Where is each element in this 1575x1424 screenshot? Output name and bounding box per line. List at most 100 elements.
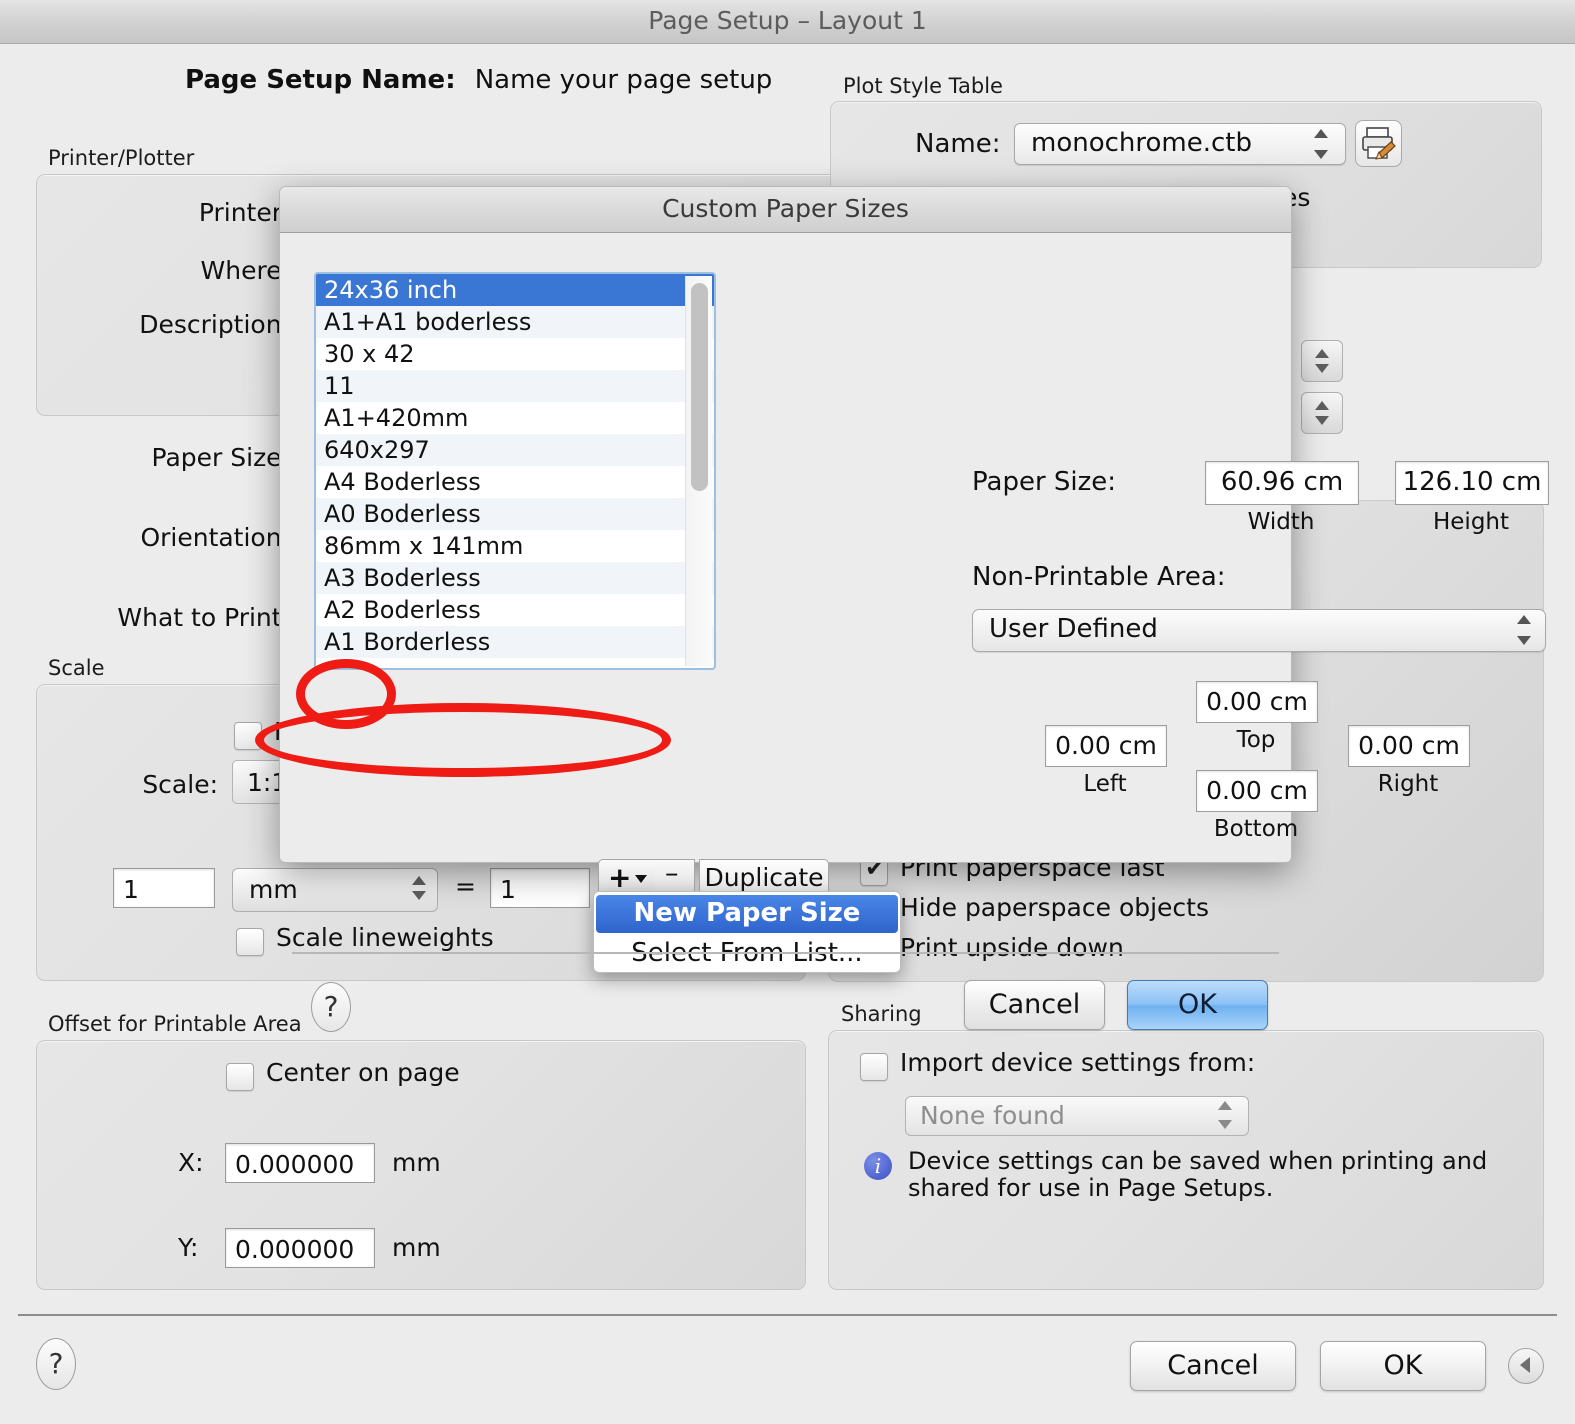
import-device-settings-checkbox[interactable] — [860, 1053, 888, 1081]
list-item[interactable]: A1 Borderless — [316, 626, 714, 658]
page-setup-name-row: Page Setup Name: Name your page setup — [185, 65, 772, 95]
chevron-updown-icon[interactable] — [1216, 1101, 1236, 1129]
sharing-group-title: Sharing — [841, 1002, 922, 1026]
list-item[interactable]: 86mm x 141mm — [316, 530, 714, 562]
scale-denominator-input[interactable]: 1 — [490, 868, 590, 908]
import-device-settings-label: Import device settings from: — [900, 1048, 1256, 1077]
margin-left-caption: Left — [1083, 771, 1127, 797]
chevron-updown-icon[interactable] — [1514, 615, 1534, 645]
paper-sizes-list-rows: 24x36 inch A1+A1 boderless 30 x 42 11 A1+420… — [316, 274, 714, 658]
dialog-help-button[interactable]: ? — [311, 982, 351, 1032]
device-settings-source-value: None found — [920, 1101, 1065, 1130]
list-item[interactable]: 11 — [316, 370, 714, 402]
list-item[interactable]: A0 Boderless — [316, 498, 714, 530]
what-to-print-label: What to Print: — [117, 603, 290, 632]
orientation-label: Orientation: — [140, 523, 290, 552]
scale-unit-value: mm — [249, 875, 298, 904]
margin-left-value: 0.00 cm — [1055, 731, 1157, 760]
margin-bottom-input[interactable]: 0.00 cm — [1196, 770, 1318, 812]
unit-stepper-icon[interactable] — [407, 872, 431, 906]
list-item[interactable]: A1+420mm — [316, 402, 714, 434]
page-setup-name-label: Page Setup Name: — [185, 65, 456, 95]
window-title: Page Setup – Layout 1 — [648, 6, 927, 35]
scale-numerator-value: 1 — [123, 875, 139, 904]
list-item[interactable]: 640x297 — [316, 434, 714, 466]
offset-y-value: 0.000000 — [235, 1235, 355, 1264]
description-label: Description: — [139, 310, 290, 339]
plus-icon: + — [608, 861, 632, 894]
list-item[interactable]: 24x36 inch — [316, 274, 714, 306]
menu-item-select-from-list[interactable]: Select From List... — [596, 936, 898, 972]
where-label: Where: — [200, 256, 290, 285]
center-on-page-label: Center on page — [266, 1058, 460, 1087]
scale-numerator-input[interactable]: 1 — [113, 868, 215, 908]
plot-style-name-label: Name: — [915, 129, 1001, 159]
chevron-down-icon — [635, 875, 647, 883]
add-paper-size-menu: New Paper Size Select From List... — [593, 891, 901, 973]
list-item[interactable]: A4 Boderless — [316, 466, 714, 498]
dialog-divider — [292, 952, 1279, 954]
resize-grip-icon[interactable] — [1508, 1348, 1544, 1384]
offset-x-input[interactable]: 0.000000 — [225, 1143, 375, 1183]
margin-top-caption: Top — [1236, 727, 1276, 753]
non-printable-area-value: User Defined — [989, 614, 1158, 644]
custom-paper-sizes-title: Custom Paper Sizes — [662, 194, 909, 223]
scale-lineweights-checkbox[interactable] — [236, 928, 264, 956]
margin-left-input[interactable]: 0.00 cm — [1045, 725, 1167, 767]
list-scrollbar-track[interactable] — [685, 276, 712, 666]
fit-to-paper-checkbox[interactable] — [234, 722, 262, 750]
plot-style-name-value: monochrome.ctb — [1031, 128, 1252, 158]
background-stepper-b[interactable] — [1301, 392, 1343, 434]
offset-group-title: Offset for Printable Area — [48, 1012, 302, 1036]
help-button[interactable]: ? — [36, 1338, 76, 1390]
paper-width-value: 60.96 cm — [1220, 467, 1344, 497]
page-setup-name-value[interactable]: Name your page setup — [475, 65, 773, 95]
scale-unit-select[interactable]: mm — [232, 868, 438, 912]
non-printable-area-select[interactable]: User Defined — [972, 609, 1546, 652]
margin-right-caption: Right — [1377, 771, 1439, 797]
plot-style-editor-button[interactable] — [1355, 120, 1402, 167]
list-item[interactable]: A1+A1 boderless — [316, 306, 714, 338]
window-titlebar: Page Setup – Layout 1 — [0, 0, 1575, 44]
print-upside-down-label: Print upside down — [900, 933, 1124, 962]
paper-width-input[interactable]: 60.96 cm — [1205, 461, 1359, 505]
list-item[interactable]: A3 Boderless — [316, 562, 714, 594]
offset-y-units: mm — [392, 1233, 441, 1262]
menu-item-new-paper-size[interactable]: New Paper Size — [596, 895, 898, 933]
chevron-updown-icon[interactable] — [1311, 129, 1333, 159]
paper-height-caption: Height — [1432, 509, 1510, 535]
dialog-paper-size-label: Paper Size: — [972, 467, 1117, 497]
ok-button[interactable]: OK — [1320, 1341, 1486, 1391]
list-item[interactable]: A2 Boderless — [316, 594, 714, 626]
center-on-page-checkbox[interactable] — [226, 1063, 254, 1091]
margin-right-input[interactable]: 0.00 cm — [1348, 725, 1470, 767]
list-item[interactable]: 30 x 42 — [316, 338, 714, 370]
device-settings-source-select[interactable]: None found — [905, 1096, 1249, 1136]
printer-plotter-group-title: Printer/Plotter — [48, 146, 195, 170]
cancel-button[interactable]: Cancel — [1130, 1341, 1296, 1391]
plot-style-name-select[interactable]: monochrome.ctb — [1014, 123, 1346, 165]
non-printable-area-label: Non-Printable Area: — [972, 562, 1226, 592]
minus-icon: – — [665, 858, 679, 889]
margin-bottom-value: 0.00 cm — [1206, 776, 1308, 805]
margin-top-value: 0.00 cm — [1206, 687, 1308, 716]
printer-edit-icon — [1362, 127, 1396, 160]
dialog-cancel-button[interactable]: Cancel — [964, 980, 1105, 1030]
scale-group-title: Scale — [48, 656, 105, 680]
margin-bottom-caption: Bottom — [1213, 816, 1299, 842]
scale-label: Scale: — [142, 770, 218, 799]
equals-sign: = — [455, 872, 476, 901]
background-stepper-a[interactable] — [1301, 340, 1343, 382]
footer-divider — [18, 1314, 1557, 1316]
paper-sizes-list[interactable]: 24x36 inch A1+A1 boderless 30 x 42 11 A1+420… — [314, 272, 716, 670]
custom-paper-sizes-dialog: Custom Paper Sizes 24x36 inch A1+A1 boder… — [279, 186, 1549, 1032]
sharing-info-text: Device settings can be saved when printi… — [908, 1147, 1488, 1202]
info-icon: i — [864, 1152, 892, 1180]
paper-width-caption: Width — [1247, 509, 1315, 535]
dialog-ok-button[interactable]: OK — [1127, 980, 1268, 1030]
offset-y-input[interactable]: 0.000000 — [225, 1228, 375, 1268]
paper-height-input[interactable]: 126.10 cm — [1395, 461, 1549, 505]
margin-top-input[interactable]: 0.00 cm — [1196, 681, 1318, 723]
paper-height-value: 126.10 cm — [1402, 467, 1542, 497]
list-scrollbar-thumb[interactable] — [691, 283, 708, 491]
